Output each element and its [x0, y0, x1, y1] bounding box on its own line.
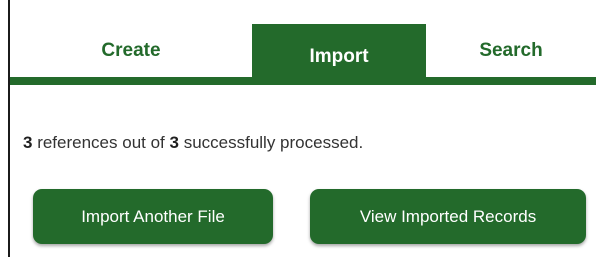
- view-imported-records-button[interactable]: View Imported Records: [310, 189, 586, 244]
- tab-create[interactable]: Create: [10, 24, 252, 78]
- tab-bar: Create Import Search: [10, 24, 596, 84]
- import-another-file-button[interactable]: Import Another File: [33, 189, 273, 244]
- total-count: 3: [169, 133, 179, 152]
- tab-search[interactable]: Search: [426, 24, 596, 78]
- tab-underline: [10, 77, 596, 85]
- status-end-text: successfully processed.: [178, 133, 364, 152]
- tab-import[interactable]: Import: [252, 24, 426, 84]
- status-message: 3 references out of 3 successfully proce…: [23, 133, 363, 153]
- status-middle-text: references out of: [32, 133, 170, 152]
